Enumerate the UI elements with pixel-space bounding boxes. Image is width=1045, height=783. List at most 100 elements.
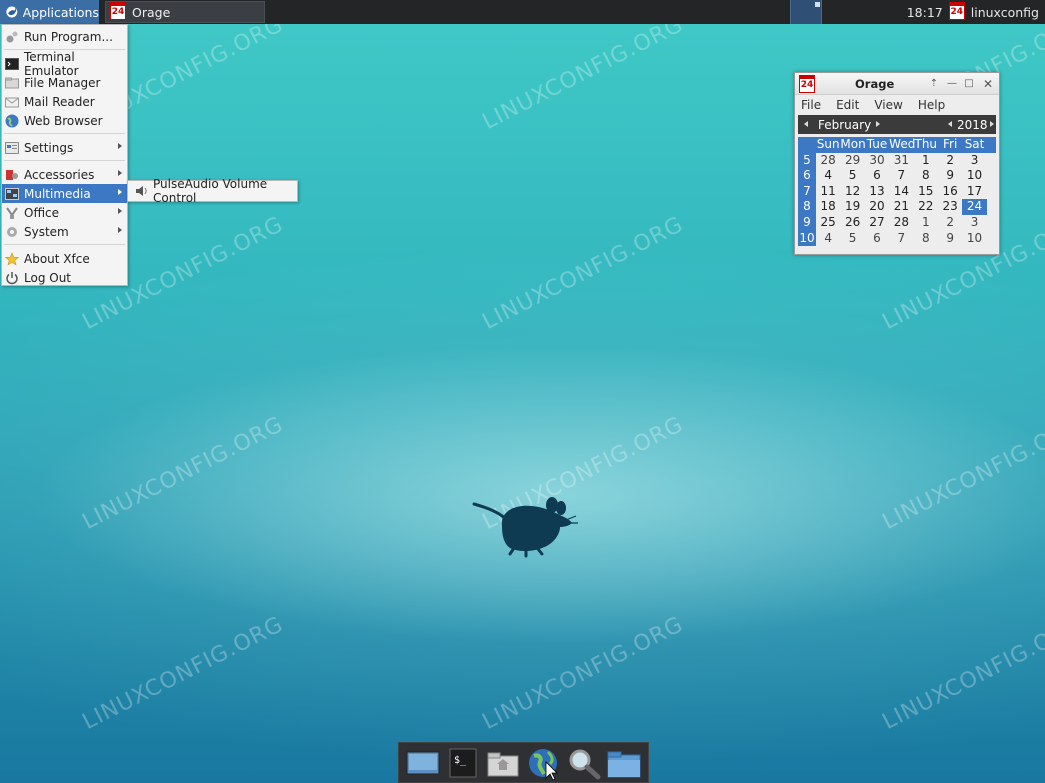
- next-year-icon[interactable]: [990, 121, 994, 127]
- calendar-day[interactable]: 2: [938, 153, 962, 169]
- menu-item-multimedia[interactable]: Multimedia: [2, 184, 127, 203]
- calendar-day[interactable]: 6: [865, 168, 889, 184]
- calendar-day[interactable]: 16: [938, 184, 962, 200]
- calendar-day[interactable]: 20: [865, 199, 889, 215]
- weekday-header-row: Sun Mon Tue Wed Thu Fri Sat: [798, 137, 996, 153]
- calendar-day[interactable]: 9: [938, 168, 962, 184]
- menu-item-file-manager[interactable]: File Manager: [2, 73, 127, 92]
- dock-folder[interactable]: [606, 746, 642, 780]
- maximize-icon[interactable]: □: [962, 77, 976, 91]
- user-menu[interactable]: linuxconfig: [971, 5, 1039, 20]
- menu-view[interactable]: View: [874, 98, 902, 112]
- prev-year-icon[interactable]: [948, 121, 952, 127]
- calendar-day[interactable]: 10: [962, 168, 986, 184]
- taskbar-orage-button[interactable]: 24 Orage: [105, 1, 265, 23]
- calendar-day-today[interactable]: 24: [962, 199, 987, 215]
- menu-file[interactable]: File: [801, 98, 821, 112]
- system-icon: [7, 226, 17, 237]
- menu-separator: [4, 133, 125, 134]
- minimize-icon[interactable]: —: [945, 77, 959, 91]
- xfce-logo-icon: [6, 6, 18, 18]
- menu-item-office[interactable]: Office: [2, 203, 127, 222]
- calendar-day[interactable]: 28: [816, 153, 840, 169]
- accessories-icon: [6, 169, 18, 180]
- settings-icon: [5, 141, 19, 154]
- calendar-day[interactable]: 5: [840, 168, 864, 184]
- calendar-day[interactable]: 6: [865, 231, 889, 247]
- dock-file-manager[interactable]: [485, 746, 521, 780]
- calendar-day[interactable]: 8: [914, 168, 938, 184]
- calendar-day[interactable]: 26: [840, 215, 864, 231]
- calendar-day[interactable]: 23: [938, 199, 962, 215]
- menu-item-settings[interactable]: Settings: [2, 138, 127, 157]
- calendar-day[interactable]: 28: [889, 215, 913, 231]
- star-icon: [5, 251, 19, 265]
- menu-item-mail-reader[interactable]: Mail Reader: [2, 92, 127, 111]
- calendar-day[interactable]: 1: [914, 153, 938, 169]
- calendar-day[interactable]: 19: [840, 199, 864, 215]
- calendar-day[interactable]: 3: [962, 215, 986, 231]
- calendar-day[interactable]: 4: [816, 168, 840, 184]
- calendar-day[interactable]: 13: [865, 184, 889, 200]
- calendar-day[interactable]: 7: [889, 168, 913, 184]
- dock-app-finder[interactable]: [566, 746, 602, 780]
- calendar-day[interactable]: 17: [962, 184, 986, 200]
- stick-window-icon[interactable]: ⇡: [927, 77, 941, 91]
- calendar-day[interactable]: 10: [962, 231, 986, 247]
- dock-web-browser[interactable]: [526, 746, 562, 781]
- power-icon: [6, 271, 18, 284]
- workspace-switcher[interactable]: [790, 0, 822, 24]
- close-icon[interactable]: ✕: [981, 77, 995, 91]
- next-month-icon[interactable]: [876, 121, 880, 127]
- calendar-day[interactable]: 8: [914, 231, 938, 247]
- applications-menu-button[interactable]: Applications: [0, 0, 99, 24]
- calendar-day[interactable]: 27: [865, 215, 889, 231]
- calendar-day[interactable]: 15: [914, 184, 938, 200]
- calendar-day[interactable]: 9: [938, 231, 962, 247]
- window-title: Orage: [855, 76, 895, 91]
- weekday-label: Thu: [914, 137, 938, 151]
- calendar-day[interactable]: 22: [914, 199, 938, 215]
- menu-item-run-program[interactable]: Run Program...: [2, 27, 127, 46]
- calendar-day[interactable]: 4: [816, 231, 840, 247]
- menu-help[interactable]: Help: [918, 98, 945, 112]
- prev-month-icon[interactable]: [804, 121, 808, 127]
- window-titlebar[interactable]: 24 Orage ⇡ — □ ✕: [795, 73, 999, 95]
- home-folder-icon: [487, 752, 519, 776]
- dock-terminal[interactable]: $_: [445, 746, 481, 780]
- calendar-day[interactable]: 14: [889, 184, 913, 200]
- menu-edit[interactable]: Edit: [836, 98, 859, 112]
- menu-item-pulseaudio-volume-control[interactable]: PulseAudio Volume Control: [131, 177, 297, 205]
- week-number: 6: [798, 168, 816, 184]
- calendar-day[interactable]: 5: [840, 231, 864, 247]
- calendar-day[interactable]: 11: [816, 184, 840, 200]
- menu-item-label: PulseAudio Volume Control: [153, 177, 268, 205]
- workspace-window-preview: [815, 2, 820, 7]
- clock[interactable]: 18:17: [907, 5, 943, 20]
- dock-show-desktop[interactable]: [405, 746, 441, 780]
- menu-item-accessories[interactable]: Accessories: [2, 165, 127, 184]
- calendar-day[interactable]: 29: [840, 153, 864, 169]
- calendar-day[interactable]: 18: [816, 199, 840, 215]
- orage-tray-calendar-icon[interactable]: 24: [948, 2, 965, 20]
- calendar-day[interactable]: 1: [914, 215, 938, 231]
- menu-item-system[interactable]: System: [2, 222, 127, 241]
- menu-item-label: About Xfce: [24, 251, 90, 266]
- calendar-day[interactable]: 3: [962, 153, 986, 169]
- applications-menu: Run Program... Terminal Emulator File Ma…: [1, 24, 128, 286]
- calendar-day[interactable]: 30: [865, 153, 889, 169]
- calendar-day[interactable]: 7: [889, 231, 913, 247]
- menu-item-label: Accessories: [24, 167, 95, 182]
- month-label: February: [818, 117, 872, 132]
- calendar-day[interactable]: 21: [889, 199, 913, 215]
- calendar-day[interactable]: 2: [938, 215, 962, 231]
- menu-separator: [4, 160, 125, 161]
- menu-item-about-xfce[interactable]: About Xfce: [2, 249, 127, 268]
- calendar-day[interactable]: 31: [889, 153, 913, 169]
- calendar-day[interactable]: 12: [840, 184, 864, 200]
- menu-item-web-browser[interactable]: Web Browser: [2, 111, 127, 130]
- menu-item-terminal-emulator[interactable]: Terminal Emulator: [2, 50, 127, 78]
- menu-item-log-out[interactable]: Log Out: [2, 268, 127, 287]
- calendar-day[interactable]: 25: [816, 215, 840, 231]
- terminal-icon: $_: [449, 748, 477, 777]
